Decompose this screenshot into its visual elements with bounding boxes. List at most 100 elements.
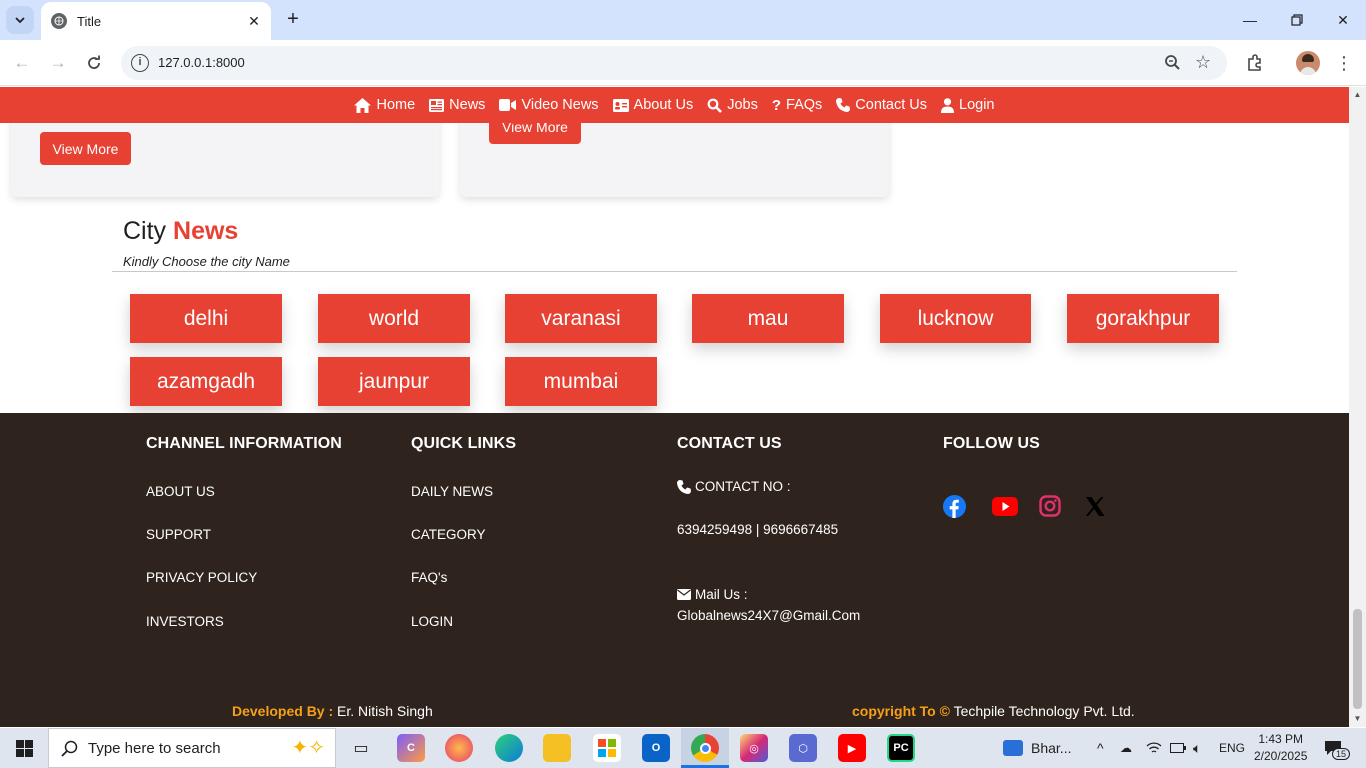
taskbar-search-box[interactable]: Type here to search ✦✧: [48, 728, 336, 768]
mail-row: Mail Us :: [677, 587, 748, 602]
city-button-varanasi[interactable]: varanasi: [505, 294, 657, 343]
nav-login[interactable]: Login: [941, 97, 995, 113]
youtube-icon[interactable]: [991, 494, 1018, 518]
footer-link-privacy[interactable]: PRIVACY POLICY: [146, 570, 257, 585]
search-icon: [707, 98, 723, 113]
main-navbar: Home News Video News About Us Jobs ? FAQ…: [0, 87, 1349, 123]
extensions-icon[interactable]: [1243, 51, 1267, 75]
nav-jobs[interactable]: Jobs: [707, 97, 758, 113]
back-arrow-icon[interactable]: ←: [10, 51, 34, 75]
copyright: copyright To © Techpile Technology Pvt. …: [852, 703, 1135, 719]
nav-video-news[interactable]: Video News: [499, 97, 599, 113]
nav-label: FAQs: [786, 97, 823, 113]
browser-tab[interactable]: Title ✕: [41, 2, 271, 40]
outlook-icon[interactable]: O: [642, 734, 670, 762]
video-icon: [499, 99, 517, 111]
nav-contact-us[interactable]: Contact Us: [836, 97, 927, 113]
zoom-icon[interactable]: [1164, 54, 1181, 76]
nav-label: Jobs: [727, 97, 758, 113]
footer-link-login[interactable]: LOGIN: [411, 614, 453, 629]
footer-link-daily-news[interactable]: DAILY NEWS: [411, 484, 493, 499]
city-button-mau[interactable]: mau: [692, 294, 844, 343]
instagram-app-icon[interactable]: ◎: [740, 734, 768, 762]
section-title-accent: News: [173, 217, 239, 245]
language-indicator[interactable]: ENG: [1219, 728, 1245, 768]
instagram-icon[interactable]: [1038, 494, 1062, 518]
nav-news[interactable]: News: [429, 97, 485, 113]
footer-link-support[interactable]: SUPPORT: [146, 527, 211, 542]
start-button[interactable]: [0, 728, 48, 768]
onedrive-icon[interactable]: ☁: [1120, 728, 1132, 768]
footer-link-about-us[interactable]: ABOUT US: [146, 484, 215, 499]
scroll-down-arrow-icon[interactable]: ▼: [1353, 714, 1362, 723]
scrollbar-thumb[interactable]: [1353, 609, 1362, 709]
windows-taskbar: Type here to search ✦✧ ▭ C O ◎ ⬡ ▶ PC Bh…: [0, 728, 1366, 768]
city-button-delhi[interactable]: delhi: [130, 294, 282, 343]
home-icon: [354, 97, 372, 113]
contact-email[interactable]: Globalnews24X7@Gmail.Com: [677, 608, 860, 623]
tab-search-button[interactable]: [6, 6, 34, 34]
page-scrollbar[interactable]: ▲ ▼: [1349, 87, 1366, 727]
nav-label: Contact Us: [855, 97, 928, 113]
search-icon: [61, 740, 78, 757]
menu-kebab-icon[interactable]: ⋮: [1332, 51, 1356, 75]
tab-close-icon[interactable]: ✕: [245, 12, 263, 30]
pycharm-icon[interactable]: PC: [887, 734, 915, 762]
bookmark-star-icon[interactable]: ☆: [1195, 52, 1211, 73]
city-button-jaunpur[interactable]: jaunpur: [318, 357, 470, 406]
edge-icon[interactable]: [495, 734, 523, 762]
tab-title: Title: [77, 13, 102, 29]
section-subtitle: Kindly Choose the city Name: [123, 254, 290, 269]
facebook-icon[interactable]: [942, 494, 966, 518]
address-bar[interactable]: i 127.0.0.1:8000 ☆: [121, 46, 1227, 80]
site-info-icon[interactable]: i: [131, 54, 149, 72]
forward-arrow-icon[interactable]: →: [46, 51, 70, 75]
notification-count: 15: [1332, 748, 1351, 760]
developed-by-label: Developed By :: [232, 703, 334, 719]
city-button-world[interactable]: world: [318, 294, 470, 343]
new-tab-button[interactable]: +: [282, 8, 304, 30]
microsoft-store-icon[interactable]: [593, 734, 621, 762]
battery-icon[interactable]: [1170, 728, 1186, 768]
chevron-up-icon[interactable]: ^: [1097, 728, 1104, 768]
app-icon[interactable]: ⬡: [789, 734, 817, 762]
footer-link-investors[interactable]: INVESTORS: [146, 614, 224, 629]
notification-center[interactable]: 15: [1324, 728, 1351, 768]
city-button-gorakhpur[interactable]: gorakhpur: [1067, 294, 1219, 343]
close-window-button[interactable]: ✕: [1328, 6, 1358, 34]
chrome-icon[interactable]: [691, 734, 719, 762]
scroll-up-arrow-icon[interactable]: ▲: [1353, 90, 1362, 99]
task-view-icon[interactable]: ▭: [347, 734, 375, 762]
nav-about-us[interactable]: About Us: [612, 97, 693, 113]
minimize-button[interactable]: —: [1235, 6, 1265, 34]
company-name: Techpile Technology Pvt. Ltd.: [953, 703, 1135, 719]
nav-home[interactable]: Home: [354, 97, 415, 113]
volume-icon[interactable]: 🔈︎: [1193, 728, 1201, 768]
clock[interactable]: 1:43 PM 2/20/2025: [1254, 728, 1307, 768]
footer-heading-follow: FOLLOW US: [943, 435, 1040, 452]
wifi-icon[interactable]: [1146, 728, 1162, 768]
contact-phones: 6394259498 | 9696667485: [677, 522, 839, 537]
firefox-icon[interactable]: [445, 734, 473, 762]
clock-date: 2/20/2025: [1254, 749, 1308, 763]
view-more-button[interactable]: View More: [40, 132, 131, 165]
weather-icon: [1003, 740, 1023, 756]
reload-icon[interactable]: [82, 51, 106, 75]
question-icon: ?: [771, 96, 782, 114]
profile-avatar[interactable]: [1296, 51, 1320, 75]
footer-link-category[interactable]: CATEGORY: [411, 527, 486, 542]
sparkle-icon: ✦✧: [291, 737, 325, 759]
weather-widget[interactable]: Bhar...: [1003, 728, 1071, 768]
youtube-app-icon[interactable]: ▶: [838, 734, 866, 762]
city-button-lucknow[interactable]: lucknow: [880, 294, 1031, 343]
footer-link-faqs[interactable]: FAQ's: [411, 570, 447, 585]
file-explorer-icon[interactable]: [543, 734, 571, 762]
weather-text: Bhar...: [1031, 740, 1072, 756]
city-button-mumbai[interactable]: mumbai: [505, 357, 657, 406]
city-button-azamgadh[interactable]: azamgadh: [130, 357, 282, 406]
x-icon[interactable]: [1083, 494, 1107, 518]
copilot-icon[interactable]: C: [397, 734, 425, 762]
restore-button[interactable]: [1282, 6, 1312, 34]
nav-faqs[interactable]: ? FAQs: [772, 97, 822, 114]
copyright-label: copyright To ©: [852, 703, 950, 719]
